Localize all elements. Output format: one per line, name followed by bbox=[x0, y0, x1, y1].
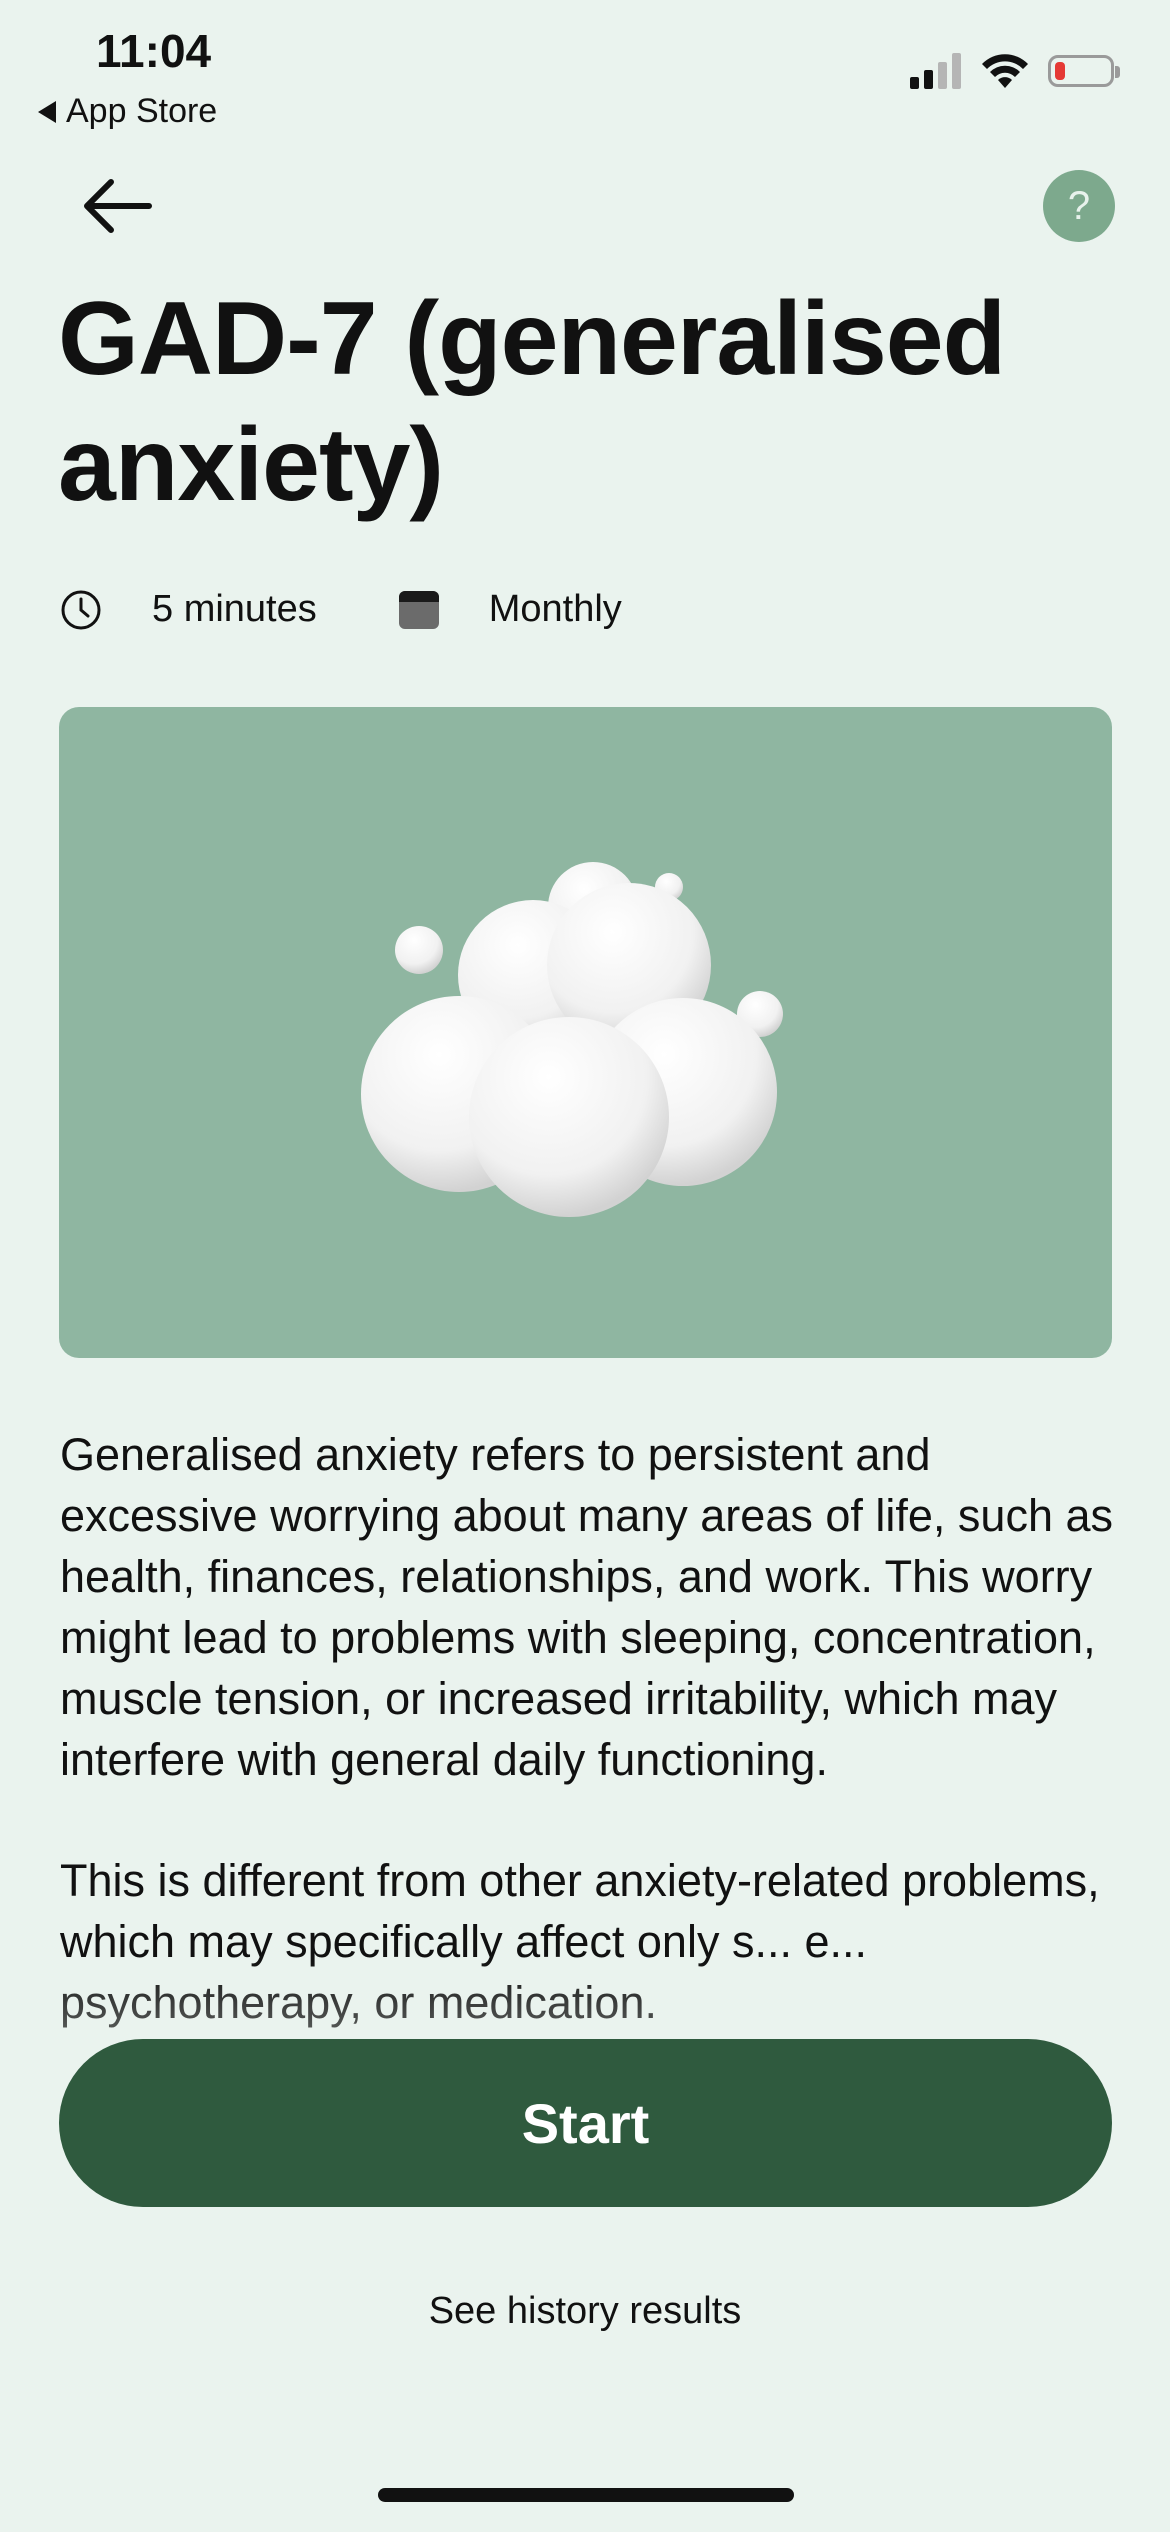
clock-icon bbox=[60, 589, 102, 631]
description-paragraph-1: Generalised anxiety refers to persistent… bbox=[60, 1429, 1113, 1785]
duration-label: 5 minutes bbox=[152, 588, 317, 630]
page-title: GAD-7 (generalised anxiety) bbox=[58, 281, 1006, 523]
calendar-icon bbox=[398, 590, 439, 629]
status-time: 11:04 bbox=[96, 25, 212, 77]
frequency-label: Monthly bbox=[488, 588, 622, 630]
wifi-icon bbox=[982, 54, 1028, 88]
back-app-label: App Store bbox=[66, 92, 218, 130]
home-indicator bbox=[378, 2488, 794, 2502]
battery-icon bbox=[1048, 55, 1120, 87]
help-button[interactable]: ? bbox=[1043, 170, 1115, 242]
start-button[interactable]: Start bbox=[59, 2039, 1112, 2207]
arrow-left-icon bbox=[84, 179, 152, 233]
hero-image bbox=[59, 707, 1112, 1358]
cloud-illustration bbox=[361, 862, 783, 1217]
back-button[interactable] bbox=[72, 166, 162, 246]
status-icons bbox=[910, 52, 1120, 90]
meta-row: 5 minutes Monthly bbox=[60, 588, 622, 631]
signal-icon bbox=[910, 53, 961, 89]
back-triangle-icon bbox=[38, 100, 56, 123]
back-to-app-store[interactable]: App Store bbox=[38, 92, 217, 131]
see-history-link[interactable]: See history results bbox=[0, 2290, 1170, 2333]
